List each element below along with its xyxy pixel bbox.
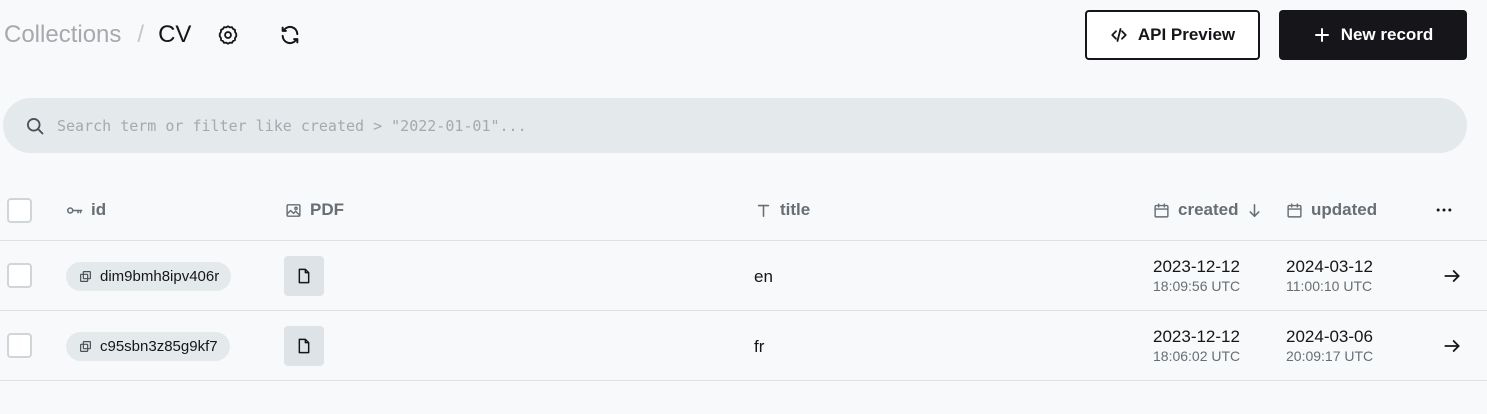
breadcrumb-collections[interactable]: Collections bbox=[4, 20, 121, 50]
table-row[interactable]: dim9bmh8ipv406r en 2023-12-12 18:09:56 U… bbox=[0, 241, 1487, 311]
api-preview-button[interactable]: API Preview bbox=[1085, 10, 1260, 60]
gear-icon bbox=[218, 25, 238, 45]
column-header-title-label: title bbox=[780, 200, 811, 219]
breadcrumb: Collections / CV bbox=[4, 20, 191, 50]
record-title: fr bbox=[754, 337, 765, 356]
pdf-file-thumb[interactable] bbox=[284, 256, 324, 296]
column-header-created-label: created bbox=[1178, 200, 1239, 219]
column-header-updated-label: updated bbox=[1311, 200, 1378, 219]
page-header: Collections / CV API Preview New record bbox=[0, 10, 1487, 60]
new-record-label: New record bbox=[1340, 25, 1434, 44]
code-icon bbox=[1111, 28, 1127, 42]
created-date: 2023-12-12 bbox=[1153, 257, 1240, 276]
search-input[interactable] bbox=[57, 98, 1447, 153]
record-id: c95sbn3z85g9kf7 bbox=[100, 338, 218, 355]
new-record-button[interactable]: New record bbox=[1279, 10, 1467, 60]
breadcrumb-separator: / bbox=[137, 21, 145, 48]
pdf-file-thumb[interactable] bbox=[284, 326, 324, 366]
updated-time: 20:09:17 UTC bbox=[1286, 348, 1374, 364]
file-icon bbox=[298, 268, 310, 284]
column-header-pdf-label: PDF bbox=[310, 200, 344, 219]
select-all-checkbox[interactable] bbox=[7, 198, 32, 223]
arrow-down-icon bbox=[1249, 203, 1261, 217]
updated-cell: 2024-03-06 20:09:17 UTC bbox=[1286, 327, 1373, 365]
more-icon[interactable] bbox=[1433, 200, 1455, 220]
search-icon bbox=[27, 118, 44, 135]
key-icon bbox=[66, 206, 83, 214]
record-id-badge[interactable]: c95sbn3z85g9kf7 bbox=[66, 332, 230, 361]
column-header-id-label: id bbox=[91, 200, 107, 219]
created-time: 18:06:02 UTC bbox=[1153, 348, 1241, 364]
arrow-right-icon[interactable] bbox=[1442, 336, 1462, 356]
copy-icon bbox=[80, 341, 91, 352]
updated-time: 11:00:10 UTC bbox=[1286, 278, 1373, 294]
arrow-right-icon[interactable] bbox=[1442, 266, 1462, 286]
column-header-id[interactable]: id bbox=[66, 180, 106, 240]
record-id-badge[interactable]: dim9bmh8ipv406r bbox=[66, 262, 232, 291]
created-time: 18:09:56 UTC bbox=[1153, 278, 1241, 294]
collection-settings-button[interactable] bbox=[215, 22, 241, 48]
search-bar bbox=[3, 98, 1467, 153]
refresh-button[interactable] bbox=[277, 22, 303, 48]
column-header-created[interactable]: created bbox=[1153, 180, 1263, 240]
created-cell: 2023-12-12 18:09:56 UTC bbox=[1153, 257, 1240, 295]
image-icon bbox=[286, 203, 301, 217]
plus-icon bbox=[1314, 28, 1329, 42]
page-title: CV bbox=[158, 21, 192, 48]
record-title: en bbox=[754, 267, 773, 286]
row-checkbox[interactable] bbox=[7, 333, 32, 358]
copy-icon bbox=[80, 271, 91, 282]
table-row[interactable]: c95sbn3z85g9kf7 fr 2023-12-12 18:06:02 U… bbox=[0, 311, 1487, 381]
created-date: 2023-12-12 bbox=[1153, 327, 1240, 346]
column-header-pdf[interactable]: PDF bbox=[285, 180, 344, 240]
file-icon bbox=[298, 338, 310, 354]
column-header-updated[interactable]: updated bbox=[1286, 180, 1377, 240]
text-icon bbox=[757, 204, 770, 217]
record-id: dim9bmh8ipv406r bbox=[100, 268, 220, 285]
api-preview-label: API Preview bbox=[1137, 25, 1236, 44]
created-cell: 2023-12-12 18:06:02 UTC bbox=[1153, 327, 1240, 365]
calendar-icon bbox=[1154, 202, 1169, 218]
row-checkbox[interactable] bbox=[7, 263, 32, 288]
calendar-icon bbox=[1287, 202, 1302, 218]
updated-cell: 2024-03-12 11:00:10 UTC bbox=[1286, 257, 1373, 295]
updated-date: 2024-03-06 bbox=[1286, 327, 1373, 346]
refresh-icon bbox=[281, 25, 299, 45]
records-table: id PDF title created updated dim9bmh8ipv… bbox=[0, 180, 1487, 381]
column-header-title[interactable]: title bbox=[755, 180, 810, 240]
table-header-row: id PDF title created updated bbox=[0, 180, 1487, 241]
updated-date: 2024-03-12 bbox=[1286, 257, 1373, 276]
